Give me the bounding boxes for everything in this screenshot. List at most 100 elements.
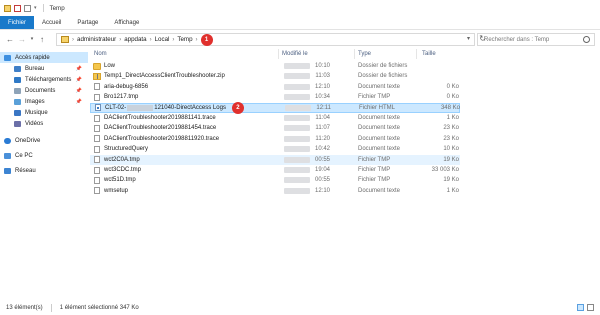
file-name: wct3CDC.tmp: [104, 167, 142, 173]
file-name-suffix: 121040-DirectAccess Logs: [154, 104, 226, 111]
computer-icon: [4, 152, 11, 159]
folder-icon: [93, 62, 101, 70]
properties-icon[interactable]: [14, 4, 21, 12]
sidebar-item-acces-rapide[interactable]: Accès rapide: [0, 52, 88, 63]
file-list: Nom Modifié le Type Taille Low 10:10 Dossi…: [90, 48, 560, 288]
file-date: 12:11: [316, 104, 331, 111]
file-name: DAClientTroubleshooter2019881141.trace: [104, 115, 216, 121]
chevron-right-icon[interactable]: ›: [72, 37, 74, 43]
file-type: Document texte: [358, 125, 401, 132]
file-date: 11:07: [315, 125, 330, 132]
search-input[interactable]: Rechercher dans : Temp: [477, 33, 595, 46]
sidebar-item-documents[interactable]: Documents 📌: [0, 85, 88, 96]
file-size: 348 Ko: [440, 104, 460, 111]
large-icons-view-icon[interactable]: [587, 304, 594, 311]
table-row[interactable]: DAClientTroubleshooter2019881454.trace 11…: [90, 123, 460, 133]
address-bar[interactable]: › administrateur › appdata › Local › Tem…: [56, 33, 486, 46]
window-title: Temp: [49, 4, 65, 12]
chevron-right-icon[interactable]: ›: [172, 37, 174, 43]
text-file-icon: [94, 93, 100, 101]
star-icon: [4, 54, 11, 61]
file-type: Fichier TMP: [358, 156, 391, 163]
file-type: Fichier HTML: [359, 104, 396, 111]
file-name: Bro1217.tmp: [104, 94, 139, 101]
recent-locations-icon[interactable]: ▾: [28, 32, 36, 46]
file-name: Low: [104, 63, 116, 69]
breadcrumb-temp[interactable]: Temp: [177, 36, 192, 43]
table-row[interactable]: StructuredQuery 10:42 Document texte 10 Ko: [90, 144, 460, 154]
up-arrow-icon[interactable]: ↑: [36, 32, 48, 46]
file-type: Dossier de fichiers: [358, 63, 408, 69]
table-row[interactable]: Temp1_DirectAccessClientTroubleshooter.z…: [90, 71, 460, 81]
sidebar-item-label: Réseau: [15, 167, 36, 174]
tab-accueil[interactable]: Accueil: [34, 16, 69, 29]
music-icon: [14, 109, 21, 116]
file-name: wmsetup: [104, 187, 129, 194]
forward-arrow-icon[interactable]: →: [16, 32, 28, 46]
sidebar-item-label: Ce PC: [15, 152, 33, 159]
sidebar-item-label: Téléchargements: [25, 76, 72, 83]
sidebar-item-telechargements[interactable]: Téléchargements 📌: [0, 74, 88, 85]
sidebar-item-bureau[interactable]: Bureau 📌: [0, 63, 88, 74]
file-name-prefix: CLT-02-: [105, 104, 127, 111]
table-row[interactable]: DAClientTroubleshooter2019881141.trace 11…: [90, 113, 460, 123]
breadcrumb-administrateur[interactable]: administrateur: [77, 36, 116, 43]
table-row[interactable]: wct51D.tmp 00:55 Fichier TMP 19 Ko: [90, 175, 460, 185]
item-count: 13 élément(s): [6, 304, 43, 311]
customize-toolbar-icon[interactable]: ▾: [34, 5, 37, 11]
column-divider[interactable]: [416, 49, 417, 59]
text-file-icon: [94, 114, 100, 122]
search-placeholder: Rechercher dans : Temp: [484, 36, 550, 43]
pin-icon[interactable]: 📌: [76, 77, 82, 83]
view-buttons: [577, 304, 594, 311]
table-row[interactable]: wmsetup 12:10 Document texte 1 Ko: [90, 186, 460, 196]
search-icon[interactable]: [583, 36, 590, 43]
table-row[interactable]: aria-debug-6856 12:10 Document texte 0 Ko: [90, 82, 460, 92]
sidebar-item-images[interactable]: Images 📌: [0, 96, 88, 107]
file-type: Fichier TMP: [358, 177, 391, 184]
pin-icon[interactable]: 📌: [76, 66, 82, 72]
column-header-date[interactable]: Modifié le: [282, 48, 308, 60]
sidebar-item-ce-pc[interactable]: Ce PC: [0, 150, 88, 161]
table-row[interactable]: Low 10:10 Dossier de fichiers: [90, 61, 460, 71]
sidebar-item-musique[interactable]: Musique: [0, 107, 88, 118]
file-type: Dossier de fichiers: [358, 73, 408, 80]
column-header-name[interactable]: Nom: [94, 48, 107, 60]
pin-icon[interactable]: 📌: [76, 99, 82, 105]
folder-icon[interactable]: [4, 4, 11, 12]
sidebar-item-onedrive[interactable]: OneDrive: [0, 135, 88, 146]
ribbon-tabs: Fichier Accueil Partage Affichage: [0, 16, 600, 30]
tab-partage[interactable]: Partage: [69, 16, 106, 29]
column-header-size[interactable]: Taille: [422, 48, 436, 60]
breadcrumb-appdata[interactable]: appdata: [124, 36, 146, 43]
file-size: 1 Ko: [446, 115, 459, 121]
file-name: DAClientTroubleshooter2019881454.trace: [104, 125, 217, 132]
new-folder-icon[interactable]: [24, 4, 31, 12]
chevron-right-icon[interactable]: ›: [196, 37, 198, 43]
chevron-right-icon[interactable]: ›: [119, 37, 121, 43]
tab-affichage[interactable]: Affichage: [106, 16, 147, 29]
table-row[interactable]: wct3CDC.tmp 19:04 Fichier TMP 33 003 Ko: [90, 165, 460, 175]
status-bar: 13 élément(s) 1 élément sélectionné 347 …: [0, 300, 600, 315]
breadcrumb-local[interactable]: Local: [155, 36, 170, 43]
column-header-type[interactable]: Type: [358, 48, 371, 60]
table-row[interactable]: CLT-02- 121040-DirectAccess Logs 2 12:11 Fic…: [90, 101, 460, 114]
table-row[interactable]: DAClientTroubleshooter20198811920.trace 1…: [90, 134, 460, 144]
file-date: 11:03: [315, 73, 330, 80]
sidebar-item-label: Documents: [25, 87, 56, 94]
chevron-down-icon[interactable]: ▾: [467, 35, 470, 42]
table-row[interactable]: wct2C0A.tmp 00:55 Fichier TMP 19 Ko: [90, 154, 460, 165]
column-divider[interactable]: [354, 49, 355, 59]
file-name: aria-debug-6856: [104, 83, 149, 90]
pin-icon[interactable]: 📌: [76, 88, 82, 94]
back-arrow-icon[interactable]: ←: [4, 32, 16, 46]
sidebar-item-videos[interactable]: Vidéos: [0, 118, 88, 129]
file-name: wct51D.tmp: [104, 177, 136, 184]
chevron-right-icon[interactable]: ›: [150, 37, 152, 43]
sidebar-item-reseau[interactable]: Réseau: [0, 165, 88, 176]
column-divider[interactable]: [278, 49, 279, 59]
download-icon: [14, 76, 21, 83]
file-name: DAClientTroubleshooter20198811920.trace: [104, 135, 220, 142]
details-view-icon[interactable]: [577, 304, 584, 311]
tab-fichier[interactable]: Fichier: [0, 16, 35, 29]
